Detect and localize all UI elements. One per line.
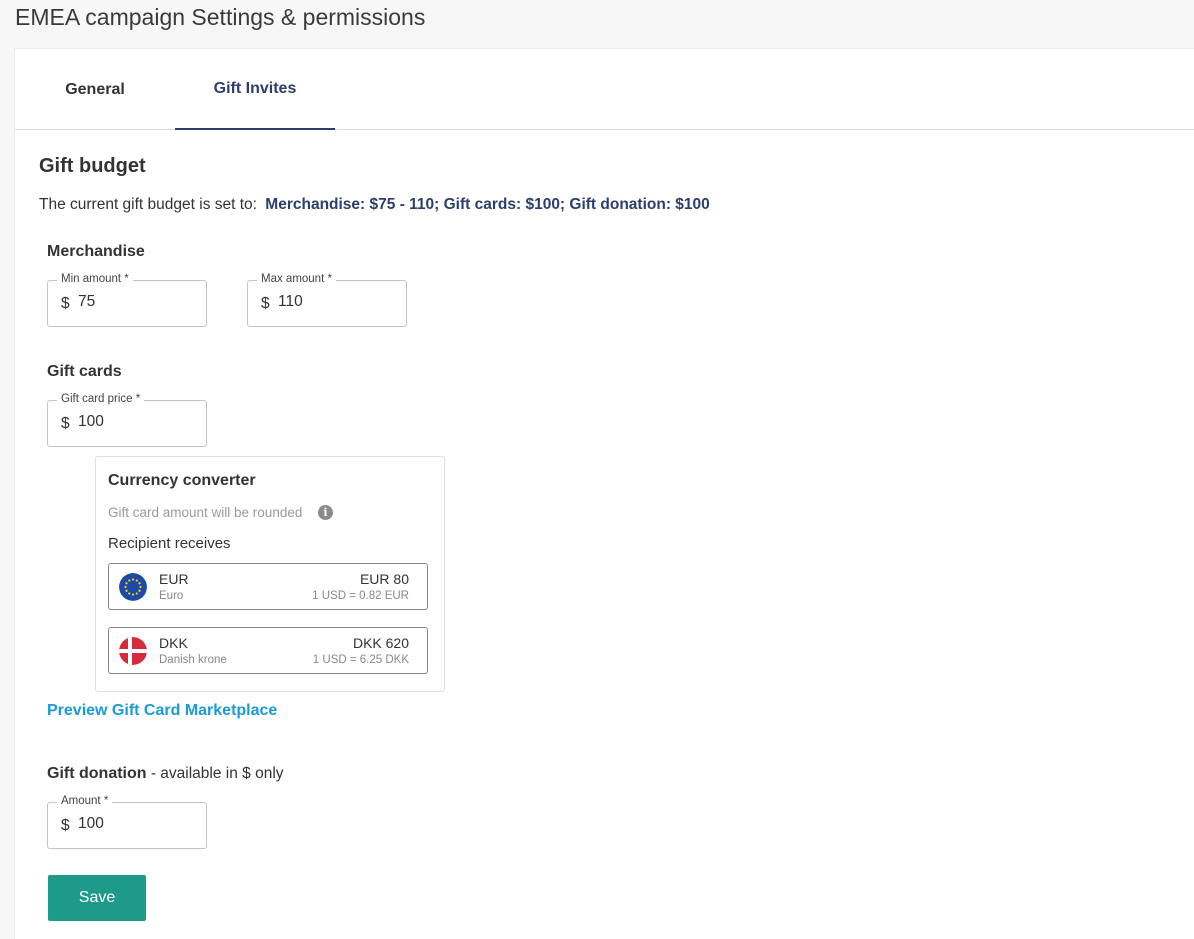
gift-card-price-legend: Gift card price * xyxy=(57,393,145,405)
donation-amount-field: Amount * $ xyxy=(47,795,207,849)
recipient-receives-label: Recipient receives xyxy=(108,535,231,552)
tab-gift-invites[interactable]: Gift Invites xyxy=(175,49,335,130)
settings-card: General Gift Invites Gift budget The cur… xyxy=(14,48,1194,939)
currency-prefix: $ xyxy=(61,295,70,312)
gift-card-price-input[interactable] xyxy=(78,413,198,431)
current-budget-prefix: The current gift budget is set to: xyxy=(39,196,257,213)
save-button[interactable]: Save xyxy=(48,875,146,921)
rounding-note: Gift card amount will be rounded xyxy=(108,505,303,520)
gift-donation-label: Gift donation - available in $ only xyxy=(47,765,284,783)
exchange-rate: 1 USD = 6.25 DKK xyxy=(312,654,409,666)
min-amount-legend: Min amount * xyxy=(57,273,133,285)
currency-amount: EUR 80 xyxy=(359,571,409,587)
min-amount-field: Min amount * $ xyxy=(47,273,207,327)
donation-amount-input[interactable] xyxy=(78,815,198,833)
currency-prefix: $ xyxy=(61,415,70,432)
converter-title: Currency converter xyxy=(108,472,256,489)
donation-amount-legend: Amount * xyxy=(57,795,113,807)
currency-converter: Currency converter Gift card amount will… xyxy=(95,456,445,692)
gift-cards-label: Gift cards xyxy=(47,363,122,380)
page-title: EMEA campaign Settings & permissions xyxy=(15,4,426,30)
currency-name: Danish krone xyxy=(159,654,227,666)
info-icon[interactable]: i xyxy=(318,505,333,520)
currency-prefix: $ xyxy=(261,295,270,312)
gift-donation-title: Gift donation xyxy=(47,765,147,782)
tab-general[interactable]: General xyxy=(15,49,175,130)
exchange-rate: 1 USD = 0.82 EUR xyxy=(312,590,409,602)
current-budget-value: Merchandise: $75 - 110; Gift cards: $100… xyxy=(265,196,710,213)
denmark-flag-icon xyxy=(119,637,147,665)
max-amount-field: Max amount * $ xyxy=(247,273,407,327)
currency-amount: DKK 620 xyxy=(352,635,409,651)
gift-card-price-field: Gift card price * $ xyxy=(47,393,207,447)
currency-code: EUR xyxy=(159,571,189,587)
currency-name: Euro xyxy=(159,590,184,602)
currency-code: DKK xyxy=(159,635,188,651)
eu-flag-icon xyxy=(119,573,147,601)
gift-donation-note: - available in $ only xyxy=(146,765,284,782)
max-amount-input[interactable] xyxy=(278,293,398,311)
current-budget-summary: The current gift budget is set to: Merch… xyxy=(39,196,710,214)
merchandise-label: Merchandise xyxy=(47,243,145,260)
preview-gift-card-marketplace-link[interactable]: Preview Gift Card Marketplace xyxy=(47,702,277,720)
max-amount-legend: Max amount * xyxy=(257,273,336,285)
currency-prefix: $ xyxy=(61,817,70,834)
min-amount-input[interactable] xyxy=(78,293,198,311)
currency-row-eur: EUR Euro EUR 80 1 USD = 0.82 EUR xyxy=(108,563,428,610)
currency-row-dkk: DKK Danish krone DKK 620 1 USD = 6.25 DK… xyxy=(108,627,428,674)
gift-budget-heading: Gift budget xyxy=(39,155,146,177)
tab-bar: General Gift Invites xyxy=(15,49,1194,130)
